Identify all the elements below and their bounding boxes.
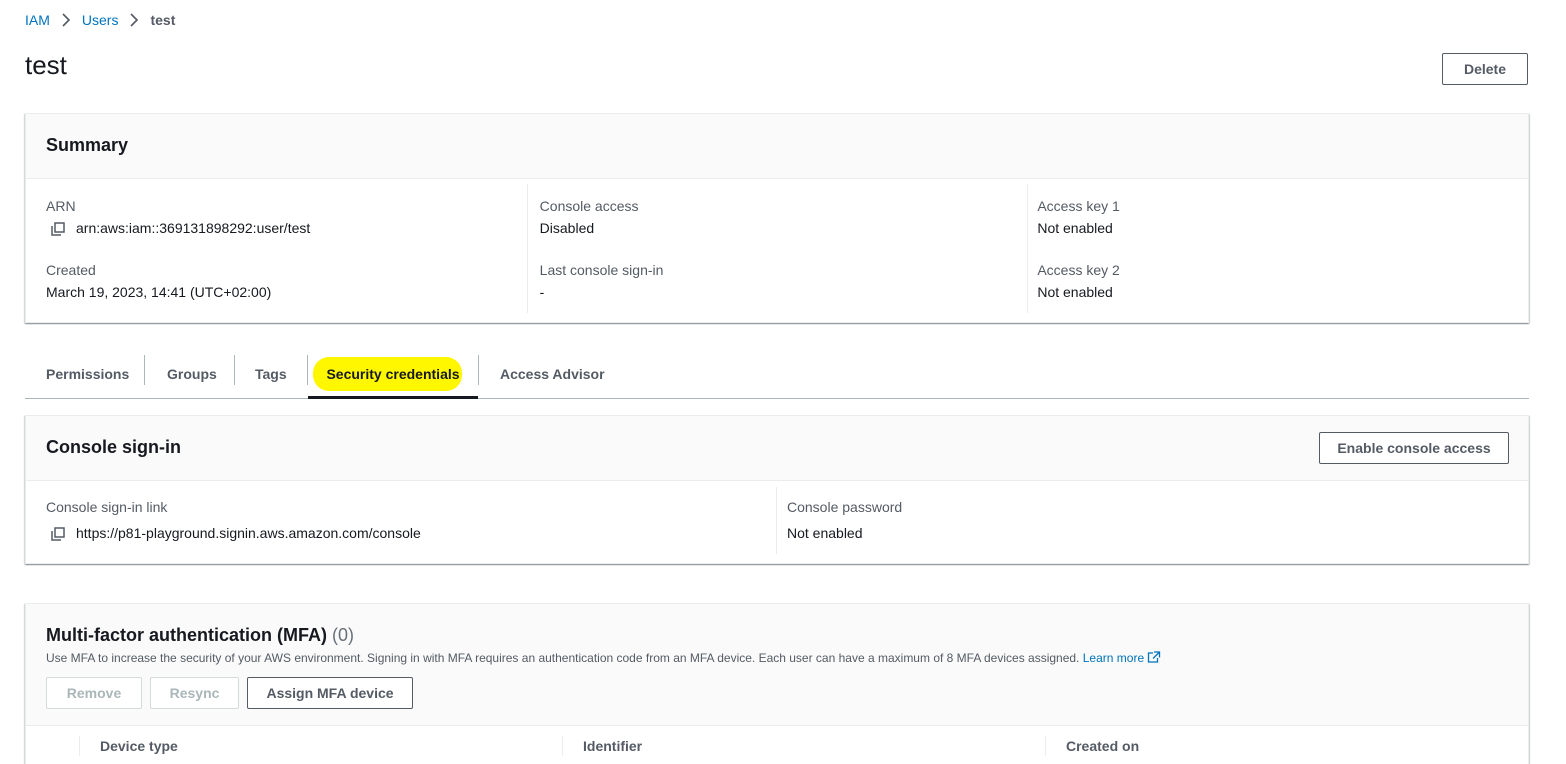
tab-divider [144,355,145,385]
breadcrumb: IAM Users test [25,11,175,29]
mfa-panel: Multi-factor authentication (MFA) (0) Us… [25,603,1529,764]
created-value: March 19, 2023, 14:41 (UTC+02:00) [46,284,272,300]
tab-access-advisor[interactable]: Access Advisor [500,349,605,398]
breadcrumb-iam-link[interactable]: IAM [25,12,50,28]
learn-more-link[interactable]: Learn more [1083,651,1144,665]
tab-groups[interactable]: Groups [167,349,217,398]
access-key-1-label: Access key 1 [1037,198,1120,214]
external-link-icon [1147,651,1161,663]
page-title: test [25,50,67,80]
access-key-1-value: Not enabled [1037,220,1113,236]
summary-header: Summary [26,114,1528,179]
chevron-right-icon [59,13,73,27]
copy-icon[interactable] [51,222,65,236]
mfa-table-header: Device type Identifier Created on [26,726,1528,764]
resync-mfa-button[interactable]: Resync [150,677,239,709]
mfa-header: Multi-factor authentication (MFA) (0) Us… [26,604,1528,726]
remove-mfa-button[interactable]: Remove [46,677,142,709]
console-password-value: Not enabled [787,525,863,541]
summary-column-console: Console access Disabled Last console sig… [526,179,1028,323]
console-access-value: Disabled [539,220,595,236]
last-signin-label: Last console sign-in [539,262,664,278]
arn-value: arn:aws:iam::369131898292:user/test [76,220,311,236]
console-signin-panel: Console sign-in Enable console access Co… [25,415,1529,564]
column-divider [1045,736,1046,756]
summary-panel: Summary ARN arn:aws:iam::369131898292:us… [25,113,1529,323]
console-signin-title: Console sign-in [46,437,181,457]
mfa-title-text: Multi-factor authentication (MFA) [46,625,327,645]
mfa-description: Use MFA to increase the security of your… [46,651,1161,665]
column-header-identifier[interactable]: Identifier [583,738,642,754]
column-header-created-on[interactable]: Created on [1066,738,1139,754]
assign-mfa-device-button[interactable]: Assign MFA device [247,677,413,709]
console-signin-header: Console sign-in Enable console access [26,416,1528,481]
console-password-label: Console password [787,499,903,515]
arn-label: ARN [46,198,76,214]
tab-divider [478,355,479,385]
tab-permissions[interactable]: Permissions [46,349,129,398]
access-key-2-label: Access key 2 [1037,262,1120,278]
console-link-column: Console sign-in link https://p81-playgro… [26,481,776,564]
created-label: Created [46,262,96,278]
console-link-value[interactable]: https://p81-playground.signin.aws.amazon… [76,525,421,541]
breadcrumb-current: test [150,12,176,28]
column-header-device-type[interactable]: Device type [100,738,178,754]
mfa-title: Multi-factor authentication (MFA) (0) [46,625,354,646]
tab-security-credentials[interactable]: Security credentials [308,349,478,399]
console-link-label: Console sign-in link [46,499,168,515]
last-signin-value: - [539,284,545,300]
mfa-description-text: Use MFA to increase the security of your… [46,651,1080,665]
mfa-device-count: (0) [332,625,354,645]
summary-title: Summary [46,135,129,155]
console-password-column: Console password Not enabled [776,487,1528,554]
tab-divider [234,355,235,385]
delete-button[interactable]: Delete [1442,53,1528,85]
summary-column-keys: Access key 1 Not enabled Access key 2 No… [1027,179,1528,323]
tab-list: Permissions Groups Tags Security credent… [25,349,1529,399]
column-divider [562,736,563,756]
copy-icon[interactable] [51,527,65,541]
summary-column-identity: ARN arn:aws:iam::369131898292:user/test … [26,179,527,323]
breadcrumb-users-link[interactable]: Users [82,12,119,28]
column-divider [79,736,80,756]
tab-tags[interactable]: Tags [255,349,287,398]
enable-console-access-button[interactable]: Enable console access [1319,432,1509,464]
chevron-right-icon [127,13,141,27]
access-key-2-value: Not enabled [1037,284,1113,300]
console-access-label: Console access [539,198,639,214]
